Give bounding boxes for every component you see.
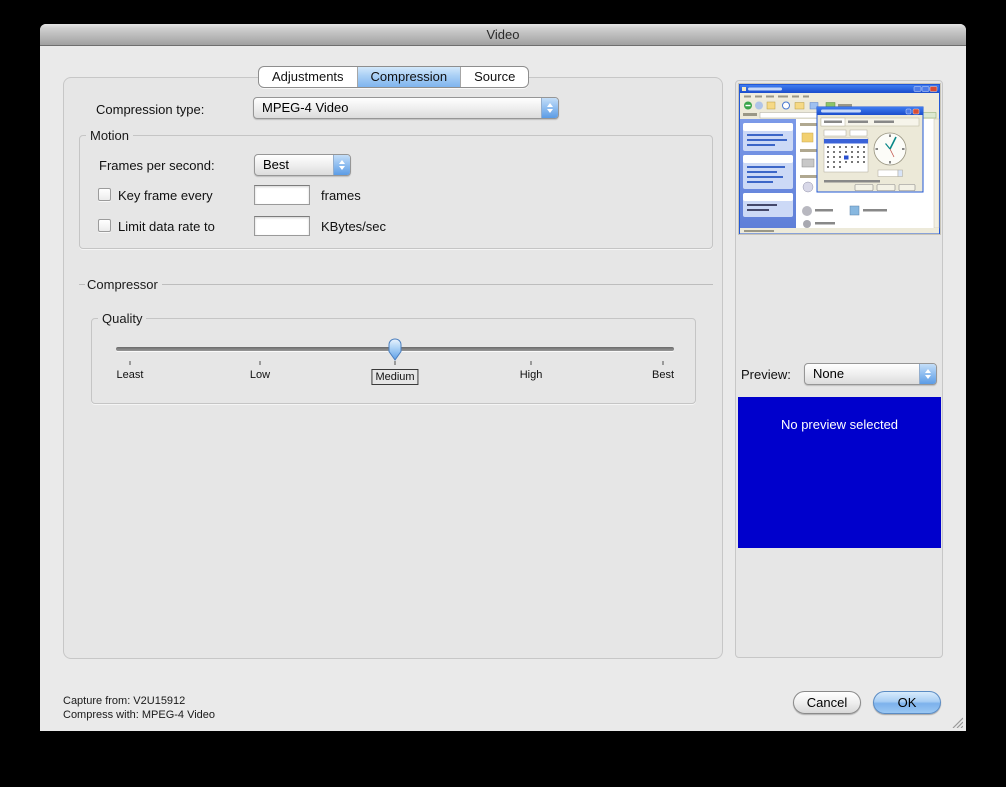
compression-type-label: Compression type:: [96, 102, 204, 117]
datarate-label: Limit data rate to: [118, 219, 215, 234]
keyframe-input[interactable]: [254, 185, 310, 205]
slider-label-medium: Medium: [371, 369, 418, 385]
tab-bar: Adjustments Compression Source: [258, 66, 529, 88]
slider-tick: [259, 361, 261, 365]
quality-slider-thumb[interactable]: [387, 338, 404, 361]
dialog-content: Adjustments Compression Source Compressi…: [40, 47, 966, 731]
capture-from-text: Capture from: V2U15912: [63, 695, 185, 707]
slider-tick: [394, 361, 396, 365]
ok-button[interactable]: OK: [873, 691, 941, 714]
separator-line: [162, 284, 713, 285]
slider-tick: [530, 361, 532, 365]
slider-label-low: Low: [250, 369, 270, 381]
tab-compression[interactable]: Compression: [358, 67, 462, 87]
stepper-arrows-icon: [541, 98, 558, 118]
slider-label-least: Least: [117, 369, 144, 381]
slider-tick: [129, 361, 131, 365]
cancel-button[interactable]: Cancel: [793, 691, 861, 714]
keyframe-label: Key frame every: [118, 188, 213, 203]
window-title: Video: [486, 27, 519, 42]
datarate-suffix: KBytes/sec: [321, 219, 386, 234]
compression-type-value: MPEG-4 Video: [254, 98, 541, 118]
tab-adjustments[interactable]: Adjustments: [259, 67, 358, 87]
slider-label-high: High: [520, 369, 543, 381]
video-dialog: Video Adjustments Compression Source Com…: [40, 24, 966, 731]
no-preview-message: No preview selected: [781, 417, 898, 432]
datarate-input[interactable]: [254, 216, 310, 236]
preview-panel: Preview: None No preview selected: [735, 80, 943, 658]
stepper-arrows-icon: [333, 155, 350, 175]
preview-label: Preview:: [741, 367, 791, 382]
compression-type-select[interactable]: MPEG-4 Video: [253, 97, 559, 119]
settings-panel: Compression type: MPEG-4 Video Motion Fr…: [63, 77, 723, 659]
slider-tick: [662, 361, 664, 365]
resize-grip[interactable]: [950, 715, 963, 728]
slider-label-best: Best: [652, 369, 674, 381]
keyframe-suffix: frames: [321, 188, 361, 203]
preview-display-area: No preview selected: [738, 397, 941, 548]
fps-label: Frames per second:: [99, 158, 215, 173]
fps-select[interactable]: Best: [254, 154, 351, 176]
compress-with-text: Compress with: MPEG-4 Video: [63, 709, 215, 721]
compressor-section-label: Compressor: [85, 277, 162, 292]
quality-group: Quality Least: [91, 318, 696, 404]
preview-select[interactable]: None: [804, 363, 937, 385]
fps-value: Best: [255, 155, 333, 175]
titlebar[interactable]: Video: [40, 24, 966, 46]
stepper-arrows-icon: [919, 364, 936, 384]
quality-group-label: Quality: [98, 311, 146, 326]
keyframe-checkbox[interactable]: [98, 188, 111, 201]
compressor-section: Compressor: [79, 276, 713, 292]
motion-group-label: Motion: [86, 128, 133, 143]
preview-value: None: [805, 364, 919, 384]
datarate-checkbox[interactable]: [98, 219, 111, 232]
motion-group: Motion Frames per second: Best Key frame…: [79, 135, 713, 249]
tab-source[interactable]: Source: [461, 67, 528, 87]
screen: Video Adjustments Compression Source Com…: [0, 0, 1006, 787]
captured-frame-thumbnail: [738, 83, 941, 235]
